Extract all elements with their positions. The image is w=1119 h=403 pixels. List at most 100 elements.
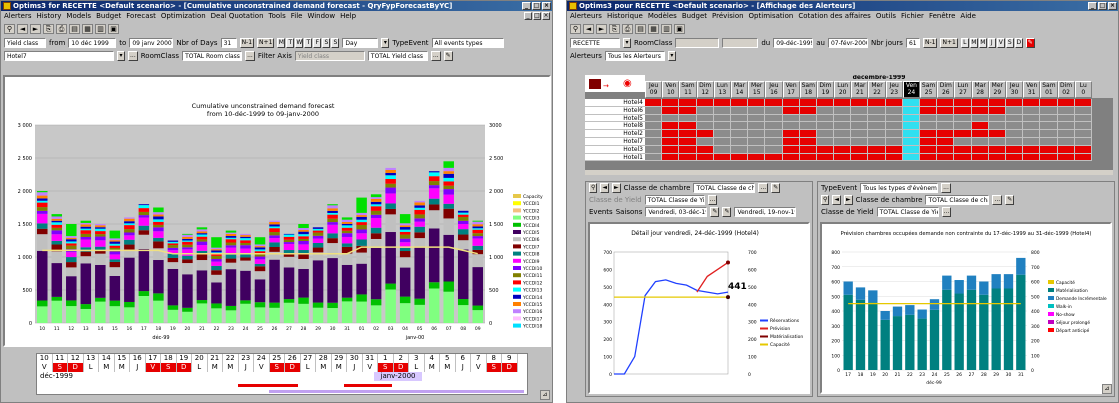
- grid-cell[interactable]: [937, 122, 955, 131]
- grid-cell[interactable]: [988, 153, 1006, 162]
- grid-cell[interactable]: [679, 106, 697, 115]
- calendar-day[interactable]: 1: [378, 354, 394, 363]
- grid-cell[interactable]: [885, 114, 903, 123]
- grid-day-header-cell[interactable]: Mar 14: [730, 81, 749, 98]
- grid-cell[interactable]: [1057, 114, 1075, 123]
- calendar-day[interactable]: 5: [440, 354, 456, 363]
- calendar-weekday[interactable]: D: [176, 363, 192, 372]
- grid-cell[interactable]: [696, 130, 714, 138]
- sub2-filter-icon[interactable]: ⚲: [821, 195, 830, 205]
- grid-cell[interactable]: [713, 99, 731, 107]
- grid-hotel-label[interactable]: Hotel2: [585, 130, 645, 138]
- calendar-weekday[interactable]: M: [115, 363, 130, 372]
- grid-day-header-cell[interactable]: Lun 27: [954, 81, 972, 98]
- menu-window[interactable]: Window: [307, 11, 335, 22]
- calendar-weekday[interactable]: M: [425, 363, 440, 372]
- grid-day-header-cell[interactable]: Jeu 30: [1005, 81, 1024, 98]
- mdi-restore-icon[interactable]: □: [533, 12, 541, 20]
- grid-cell[interactable]: [645, 130, 663, 138]
- grid-cell[interactable]: [799, 145, 817, 154]
- grid-cell[interactable]: [1040, 153, 1058, 162]
- grid-cell[interactable]: [662, 153, 680, 162]
- menu-models[interactable]: Models: [66, 11, 91, 22]
- grid-cell[interactable]: [988, 137, 1006, 146]
- grid-cell[interactable]: [816, 130, 835, 138]
- grid-day-header-cell[interactable]: Ven 24: [902, 81, 920, 98]
- grid-cell[interactable]: [730, 106, 749, 115]
- calendar-day[interactable]: 4: [425, 354, 440, 363]
- period-select[interactable]: Day: [342, 37, 379, 48]
- recette-dropdown-icon[interactable]: ▾: [623, 37, 631, 48]
- grid-cell[interactable]: [1023, 153, 1041, 162]
- chart-icon[interactable]: ▥: [95, 24, 106, 34]
- grid-cell[interactable]: [851, 145, 869, 154]
- grid-day-header-cell[interactable]: Sam 01: [1040, 81, 1058, 98]
- grid-cell[interactable]: [954, 106, 972, 115]
- grid-day-header-cell[interactable]: Sam 18: [799, 81, 817, 98]
- calendar-day[interactable]: 28: [316, 354, 332, 363]
- pen-icon[interactable]: ✎: [443, 50, 453, 61]
- grid-cell[interactable]: [1005, 137, 1024, 146]
- calendar-day[interactable]: 3: [409, 354, 425, 363]
- grid-cell[interactable]: [679, 130, 697, 138]
- grid-hotel-label[interactable]: Hotel5: [585, 114, 645, 123]
- grid-day-header-cell[interactable]: Lun 20: [834, 81, 852, 98]
- grid-cell[interactable]: [971, 114, 989, 123]
- grid-cell[interactable]: [1005, 114, 1024, 123]
- calendar-weekday[interactable]: S: [378, 363, 394, 372]
- left-resize-grip[interactable]: ⊿: [540, 390, 550, 400]
- grid-cell[interactable]: [1057, 122, 1075, 131]
- chart-icon-right[interactable]: ▥: [661, 24, 672, 34]
- sub1-filter-icon[interactable]: ⚲: [589, 183, 598, 193]
- yield-more-button[interactable]: ...: [430, 50, 441, 61]
- calendar-weekday[interactable]: D: [285, 363, 301, 372]
- grid-cell[interactable]: [937, 153, 955, 162]
- room-class-select-2-right[interactable]: [722, 37, 759, 48]
- yield-class-filter-select[interactable]: TOTAL Yield class: [367, 50, 428, 61]
- calendar-weekday[interactable]: S: [161, 363, 177, 372]
- sub1-pen2-icon[interactable]: ✎: [710, 207, 720, 217]
- calendar-weekday[interactable]: J: [239, 363, 254, 372]
- grid-cell[interactable]: [902, 106, 920, 115]
- day-toggle-lun[interactable]: L: [960, 37, 969, 48]
- calendar-weekday[interactable]: V: [145, 363, 161, 372]
- grid-cell[interactable]: [1005, 99, 1024, 107]
- grid-cell[interactable]: [679, 153, 697, 162]
- grid-cell[interactable]: [971, 145, 989, 154]
- grid-cell[interactable]: [816, 106, 835, 115]
- period-dropdown-icon[interactable]: ▾: [381, 37, 390, 48]
- grid-day-header-cell[interactable]: Dim 02: [1057, 81, 1075, 98]
- grid-cell[interactable]: [816, 145, 835, 154]
- calendar-day[interactable]: 23: [239, 354, 254, 363]
- menu-file[interactable]: File: [291, 11, 303, 22]
- sub2-prev-icon[interactable]: ◄: [832, 195, 842, 205]
- calendar-weekday[interactable]: M: [440, 363, 456, 372]
- day-toggle-mer[interactable]: M: [978, 37, 987, 48]
- filter-icon[interactable]: ⚲: [4, 24, 15, 34]
- grid-cell[interactable]: [1023, 137, 1041, 146]
- grid-day-header-cell[interactable]: Mer 29: [988, 81, 1006, 98]
- grid-cell[interactable]: [834, 130, 852, 138]
- grid-hotel-label[interactable]: Hotel1: [585, 153, 645, 162]
- calendar-weekday[interactable]: M: [223, 363, 239, 372]
- grid-cell[interactable]: [765, 99, 783, 107]
- type-event-select[interactable]: All events types: [431, 37, 504, 48]
- grid-cell[interactable]: [799, 106, 817, 115]
- calendar-day[interactable]: 24: [254, 354, 270, 363]
- grid-cell[interactable]: [748, 122, 766, 131]
- grid-cell[interactable]: [868, 137, 886, 146]
- grid-cell[interactable]: [954, 114, 972, 123]
- grid-day-header-cell[interactable]: Sam 11: [679, 81, 697, 98]
- hotel-more-button[interactable]: ...: [128, 50, 138, 61]
- grid-cell[interactable]: [954, 122, 972, 131]
- grid-cell[interactable]: [1040, 137, 1058, 146]
- calendar-weekday[interactable]: D: [393, 363, 409, 372]
- grid-cell[interactable]: [1005, 153, 1024, 162]
- sub2-yield-select[interactable]: TOTAL Classe de Yield: [876, 207, 939, 217]
- grid-cell[interactable]: [920, 130, 938, 138]
- grid-cell[interactable]: [920, 122, 938, 131]
- menu-historique[interactable]: Historique: [607, 11, 643, 22]
- calendar-weekday[interactable]: L: [409, 363, 425, 372]
- grid-cell[interactable]: [696, 114, 714, 123]
- grid-cell[interactable]: [799, 99, 817, 107]
